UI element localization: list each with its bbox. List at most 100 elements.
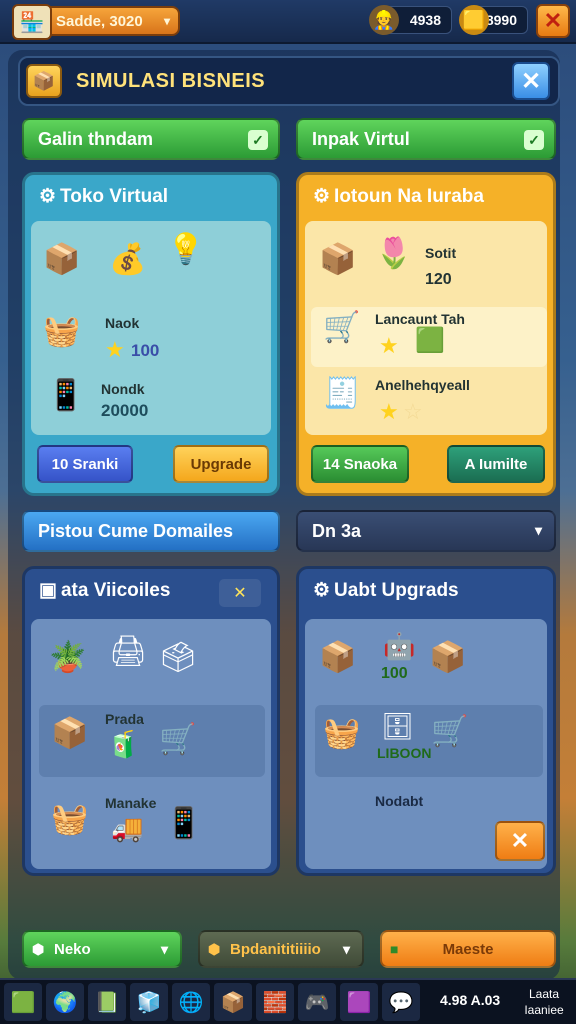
stat-population: 👷 4938 bbox=[369, 5, 452, 35]
shopping-cart-icon[interactable]: 🛒 bbox=[159, 725, 196, 755]
shopping-cart-icon[interactable]: 🛒 bbox=[323, 313, 360, 343]
box-icon[interactable]: 📦 bbox=[319, 245, 356, 275]
dropdown-label: Dn 3a bbox=[312, 520, 362, 541]
globe-icon[interactable]: 🌍 bbox=[46, 983, 84, 1021]
star-icon: ★ bbox=[105, 337, 125, 362]
stat-coins-value: 8990 bbox=[485, 12, 517, 28]
upgrade-button[interactable]: Upgrade bbox=[173, 445, 269, 483]
robot-icon[interactable]: 🗄 bbox=[381, 713, 414, 739]
panel-header: ▣ ata Viicoiles bbox=[39, 579, 170, 602]
green-cube-icon[interactable]: 🟩 bbox=[4, 983, 42, 1021]
side-line2: Iaaniee bbox=[524, 1003, 564, 1017]
side-line1: Laata bbox=[528, 987, 560, 1001]
button-label: Maeste bbox=[442, 940, 494, 958]
crate-icon[interactable]: 🧺 bbox=[51, 805, 88, 835]
chevron-down-icon: ▾ bbox=[534, 522, 542, 538]
worker-icon: 👷 bbox=[369, 5, 399, 35]
shelf-icon[interactable]: 🧃 bbox=[107, 731, 139, 757]
row-value: 100 bbox=[131, 341, 160, 360]
row-label: Nondk bbox=[101, 381, 145, 397]
row-value: 100 bbox=[381, 665, 408, 682]
lightbulb-icon[interactable]: 💡 bbox=[167, 235, 204, 265]
row-label: Manake bbox=[105, 795, 157, 811]
printer-icon[interactable]: 🖨 bbox=[109, 637, 147, 667]
star-icon: ★ bbox=[379, 399, 399, 424]
box-icon: 📦 bbox=[26, 64, 62, 98]
close-button[interactable]: ✕ bbox=[495, 821, 545, 861]
truck-icon[interactable]: 🚚 bbox=[111, 815, 143, 841]
box-icon[interactable]: 📦 bbox=[319, 643, 356, 673]
dropdown-dn-3a[interactable]: Dn 3a ▾ bbox=[296, 510, 556, 552]
tab-label: Pistou Cume Domailes bbox=[38, 520, 234, 541]
coin-icon: ⬢ bbox=[32, 941, 45, 957]
robot-icon[interactable]: 🤖 bbox=[383, 633, 415, 659]
gear-icon: ⚙ bbox=[39, 186, 57, 207]
row-label: Nodabt bbox=[375, 793, 424, 809]
pink-cube-icon[interactable]: 🟪 bbox=[340, 983, 378, 1021]
dropdown-label: Neko bbox=[54, 940, 91, 958]
panel-toko-virtual: ⚙ Toko Virtual 📦 💰 💡 🧺 Naok ★ 100 📱 Nond… bbox=[22, 172, 280, 496]
row-label: Lancaunt Tah bbox=[375, 311, 465, 327]
sranki-button[interactable]: 10 Sranki bbox=[37, 445, 133, 483]
shopping-cart-icon[interactable]: 🛒 bbox=[431, 717, 468, 747]
plant-pot-icon[interactable]: 🪴 bbox=[49, 643, 86, 673]
tab-inpak-virtul[interactable]: Inpak Virtul ✓ bbox=[296, 118, 556, 160]
money-box-icon[interactable]: 💰 bbox=[109, 245, 146, 275]
panel-uabt-upgrads: ⚙ Uabt Upgrads 📦 🤖 100 📦 🧺 🗄 LIBOON 🛒 No… bbox=[296, 566, 556, 876]
panel-body: 📦 💰 💡 🧺 Naok ★ 100 📱 Nondk 20000 bbox=[31, 221, 271, 435]
close-window-button[interactable]: ✕ bbox=[512, 62, 550, 100]
blocks-icon[interactable]: 🧱 bbox=[256, 983, 294, 1021]
panel-title: Toko Virtual bbox=[60, 185, 169, 207]
iumilte-button[interactable]: A Iumilte bbox=[447, 445, 545, 483]
stat-population-value: 4938 bbox=[409, 12, 441, 28]
coin-icon: ⬢ bbox=[208, 941, 221, 957]
taskbar-side[interactable]: Laata Iaaniee bbox=[516, 986, 572, 1018]
basket-icon[interactable]: 🧺 bbox=[43, 317, 80, 347]
tab-label: Galin thndam bbox=[38, 128, 154, 149]
green-cube-icon[interactable]: 🟩 bbox=[415, 329, 445, 353]
close-icon[interactable]: ✕ bbox=[536, 4, 570, 38]
tab-pistou-cume-domailes[interactable]: Pistou Cume Domailes bbox=[22, 510, 280, 552]
taskbar: 🟩 🌍 📗 🧊 🌐 📦 🧱 🎮 🟪 💬 4.98 A.03 Laata Iaan… bbox=[0, 978, 576, 1024]
chevron-down-icon: ▾ bbox=[160, 941, 168, 957]
check-icon: ✓ bbox=[524, 130, 544, 150]
tab-galin-thndam[interactable]: Galin thndam ✓ bbox=[22, 118, 280, 160]
chat-icon[interactable]: 💬 bbox=[382, 983, 420, 1021]
box-icon[interactable]: 📦 bbox=[429, 643, 466, 673]
window-icon: ▣ bbox=[39, 580, 57, 601]
dropdown-bpdanititiiiio[interactable]: ⬢ Bpdanititiiiio ▾ bbox=[198, 930, 364, 968]
panel-ata-viicoiles: ▣ ata Viicoiles ✕ 🪴 🖨 🗳 📦 Prada 🧃 🛒 🧺 Ma… bbox=[22, 566, 280, 876]
panel-header: ⚙ Toko Virtual bbox=[39, 185, 168, 208]
game-icon[interactable]: 🎮 bbox=[298, 983, 336, 1021]
maeste-button[interactable]: ■ Maeste bbox=[380, 930, 556, 968]
dropdown-label: Bpdanititiiiio bbox=[230, 940, 321, 958]
tablet-icon[interactable]: 📱 bbox=[165, 809, 202, 839]
cash-register-icon[interactable]: 🧾 bbox=[323, 379, 360, 409]
player-name: Sadde, 3020 bbox=[56, 12, 143, 30]
box-icon[interactable]: 📦 bbox=[43, 245, 80, 275]
close-icon[interactable]: ✕ bbox=[219, 579, 261, 607]
chevron-down-icon: ▾ bbox=[163, 14, 170, 28]
flower-icon[interactable]: 🌷 bbox=[375, 239, 412, 269]
basket-icon[interactable]: 🧺 bbox=[323, 719, 360, 749]
phone-icon[interactable]: 📱 bbox=[47, 381, 84, 411]
snaoka-button[interactable]: 14 Snaoka bbox=[311, 445, 409, 483]
earth-icon[interactable]: 🌐 bbox=[172, 983, 210, 1021]
square-icon: ■ bbox=[390, 941, 399, 957]
panel-header: ⚙ Iotoun Na Iuraba bbox=[313, 185, 484, 208]
top-bar: 🏪 Sadde, 3020 ▾ 👷 4938 🟨 8990 ✕ bbox=[0, 0, 576, 44]
gear-icon: ⚙ bbox=[313, 580, 331, 601]
row-label: Sotit bbox=[425, 245, 457, 261]
gear-icon: ⚙ bbox=[313, 186, 331, 207]
dropdown-neko[interactable]: ⬢ Neko ▾ bbox=[22, 930, 182, 968]
cube-icon[interactable]: 🧊 bbox=[130, 983, 168, 1021]
box-icon[interactable]: 📦 bbox=[214, 983, 252, 1021]
blue-box-icon[interactable]: 🗳 bbox=[159, 643, 197, 673]
player-name-pill[interactable]: 🏪 Sadde, 3020 ▾ bbox=[12, 4, 180, 40]
row-value: 120 bbox=[425, 271, 452, 288]
box-icon[interactable]: 📦 bbox=[51, 719, 88, 749]
notebook-icon[interactable]: 📗 bbox=[88, 983, 126, 1021]
panel-title: Iotoun Na Iuraba bbox=[334, 185, 484, 207]
store-avatar-icon: 🏪 bbox=[12, 4, 52, 40]
row-value: LIBOON bbox=[377, 745, 432, 761]
